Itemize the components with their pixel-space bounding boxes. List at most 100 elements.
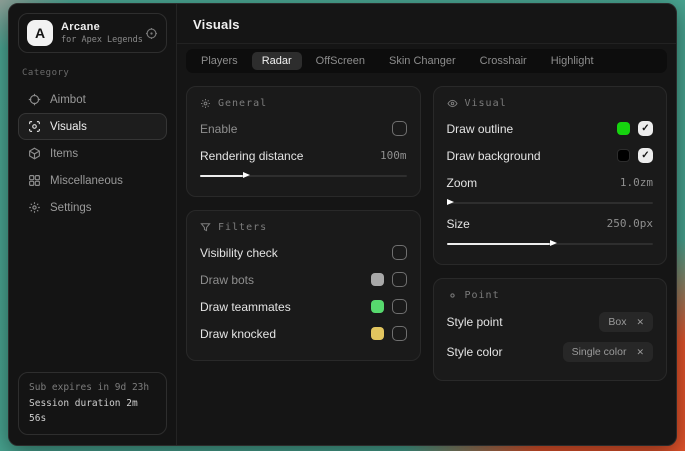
panel-point: Point Style point Box ✕ Style color Sing… <box>433 278 668 381</box>
setting-label: Draw teammates <box>200 300 291 314</box>
rendering-distance-slider[interactable] <box>200 171 407 180</box>
panel-title: Filters <box>218 222 267 233</box>
setting-label: Draw outline <box>447 122 514 136</box>
setting-label: Enable <box>200 122 237 136</box>
sidebar: A Arcane for Apex Legends Category <box>9 4 177 445</box>
visibility-check-checkbox[interactable] <box>392 245 407 260</box>
color-swatch[interactable] <box>371 327 384 340</box>
setting-label: Size <box>447 217 470 231</box>
dot-icon <box>447 290 458 301</box>
setting-row-enable: Enable <box>200 115 407 142</box>
draw-bots-checkbox[interactable] <box>392 272 407 287</box>
sidebar-item-label: Items <box>50 148 78 160</box>
sidebar-item-label: Settings <box>50 202 92 214</box>
session-card: Sub expires in 9d 23h Session duration 2… <box>18 372 167 435</box>
sidebar-nav: Aimbot Visuals Items <box>18 86 167 221</box>
panel-general: General Enable Rendering distance 100m <box>186 86 421 197</box>
sidebar-item-visuals[interactable]: Visuals <box>18 113 167 140</box>
panel-title: Visual <box>465 98 507 109</box>
style-color-select[interactable]: Single color ✕ <box>563 342 653 362</box>
setting-label: Style color <box>447 345 503 359</box>
sidebar-item-label: Visuals <box>50 121 87 133</box>
setting-row-size: Size 250.0px <box>447 210 654 237</box>
color-swatch[interactable] <box>371 300 384 313</box>
panel-visual-header: Visual <box>447 98 654 109</box>
sidebar-item-items[interactable]: Items <box>18 140 167 167</box>
setting-row-style-color: Style color Single color ✕ <box>447 337 654 367</box>
slider-fill <box>447 243 550 245</box>
brand-card: A Arcane for Apex Legends <box>18 13 167 53</box>
slider-thumb[interactable] <box>243 172 250 178</box>
setting-label: Draw background <box>447 149 541 163</box>
funnel-icon <box>200 222 211 233</box>
session-duration-text: Session duration 2m 56s <box>29 396 156 427</box>
tab-skin-changer[interactable]: Skin Changer <box>379 52 466 70</box>
sidebar-item-aimbot[interactable]: Aimbot <box>18 86 167 113</box>
size-slider[interactable] <box>447 239 654 248</box>
enable-checkbox[interactable] <box>392 121 407 136</box>
draw-outline-checkbox[interactable]: ✓ <box>638 121 653 136</box>
brand-text: Arcane for Apex Legends <box>61 21 137 45</box>
sidebar-spacer <box>18 221 167 372</box>
slider-thumb[interactable] <box>447 199 454 205</box>
close-icon[interactable]: ✕ <box>636 318 644 327</box>
app-name: Arcane <box>61 21 137 33</box>
left-column: General Enable Rendering distance 100m <box>186 86 421 361</box>
app-window: A Arcane for Apex Legends Category <box>8 3 677 446</box>
panel-general-header: General <box>200 98 407 109</box>
panel-filters: Filters Visibility check Draw bots <box>186 210 421 361</box>
draw-knocked-checkbox[interactable] <box>392 326 407 341</box>
setting-row-rendering-distance: Rendering distance 100m <box>200 142 407 169</box>
setting-value: 250.0px <box>607 217 653 230</box>
setting-value: 100m <box>380 149 407 162</box>
setting-row-visibility-check: Visibility check <box>200 239 407 266</box>
panel-point-header: Point <box>447 290 654 301</box>
tab-bar: Players Radar OffScreen Skin Changer Cro… <box>186 49 667 73</box>
row-controls <box>371 299 407 314</box>
slider-fill <box>200 175 243 177</box>
setting-value: 1.0zm <box>620 176 653 189</box>
close-icon[interactable]: ✕ <box>636 348 644 357</box>
tab-highlight[interactable]: Highlight <box>541 52 604 70</box>
slider-track <box>447 202 654 204</box>
scan-eye-icon <box>28 120 41 133</box>
crosshair-icon <box>28 93 41 106</box>
draw-teammates-checkbox[interactable] <box>392 299 407 314</box>
main-header: Visuals <box>177 4 676 44</box>
setting-label: Style point <box>447 315 503 329</box>
target-icon[interactable] <box>145 27 158 40</box>
setting-row-draw-teammates: Draw teammates <box>200 293 407 320</box>
gear-icon <box>28 201 41 214</box>
settings-content: General Enable Rendering distance 100m <box>177 73 676 445</box>
panel-title: Point <box>465 290 500 301</box>
sub-expires-text: Sub expires in 9d 23h <box>29 380 156 396</box>
setting-row-draw-background: Draw background ✓ <box>447 142 654 169</box>
box-icon <box>28 147 41 160</box>
chip-label: Single color <box>572 346 627 358</box>
app-subtitle: for Apex Legends <box>61 35 137 45</box>
draw-background-checkbox[interactable]: ✓ <box>638 148 653 163</box>
sidebar-item-settings[interactable]: Settings <box>18 194 167 221</box>
color-swatch[interactable] <box>617 149 630 162</box>
panel-visual: Visual Draw outline ✓ Draw background <box>433 86 668 265</box>
grid-icon <box>28 174 41 187</box>
setting-label: Draw bots <box>200 273 254 287</box>
zoom-slider[interactable] <box>447 198 654 207</box>
tab-players[interactable]: Players <box>191 52 248 70</box>
setting-label: Visibility check <box>200 246 278 260</box>
tab-crosshair[interactable]: Crosshair <box>470 52 537 70</box>
setting-label: Rendering distance <box>200 149 303 163</box>
sidebar-item-miscellaneous[interactable]: Miscellaneous <box>18 167 167 194</box>
app-logo: A <box>27 20 53 46</box>
color-swatch[interactable] <box>617 122 630 135</box>
tab-offscreen[interactable]: OffScreen <box>306 52 375 70</box>
setting-label: Zoom <box>447 176 478 190</box>
tab-radar[interactable]: Radar <box>252 52 302 70</box>
color-swatch[interactable] <box>371 273 384 286</box>
setting-row-style-point: Style point Box ✕ <box>447 307 654 337</box>
slider-thumb[interactable] <box>550 240 557 246</box>
row-controls: ✓ <box>617 121 653 136</box>
panel-title: General <box>218 98 267 109</box>
style-point-select[interactable]: Box ✕ <box>599 312 653 332</box>
setting-row-zoom: Zoom 1.0zm <box>447 169 654 196</box>
